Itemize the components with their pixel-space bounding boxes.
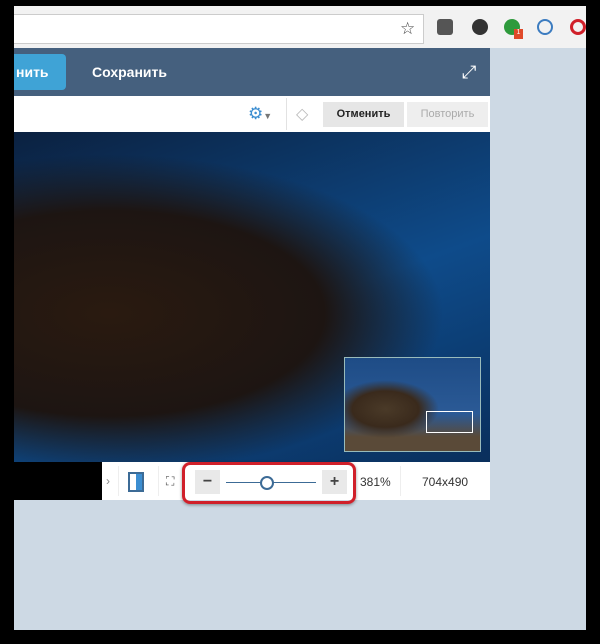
editor-header bbox=[14, 48, 490, 96]
divider bbox=[158, 466, 159, 496]
divider bbox=[286, 98, 287, 130]
chevron-right-icon[interactable]: › bbox=[106, 474, 110, 488]
image-dimensions: 704x490 bbox=[422, 475, 469, 489]
address-bar[interactable] bbox=[14, 14, 424, 44]
fit-screen-icon[interactable]: ⛶ bbox=[166, 474, 174, 489]
star-icon[interactable]: ☆ bbox=[400, 19, 415, 39]
undo-button[interactable]: Отменить bbox=[323, 102, 404, 127]
page-background-bottom bbox=[14, 500, 490, 630]
chevron-down-icon: ▼ bbox=[263, 111, 273, 121]
navigator-viewport[interactable] bbox=[426, 411, 473, 433]
evernote-icon[interactable] bbox=[472, 19, 488, 35]
compare-icon[interactable] bbox=[128, 472, 144, 492]
page-background bbox=[490, 48, 586, 630]
drop-icon[interactable] bbox=[537, 19, 553, 35]
save-button[interactable]: Сохранить bbox=[92, 64, 167, 80]
annotation-highlight bbox=[182, 462, 356, 504]
navigator-thumbnail[interactable] bbox=[344, 357, 481, 452]
layers-icon[interactable]: ◇ bbox=[296, 104, 308, 124]
fullscreen-icon[interactable]: ⤢ bbox=[462, 62, 476, 83]
pocket-icon[interactable] bbox=[437, 19, 453, 35]
zoom-level: 381% bbox=[360, 475, 391, 489]
apply-button[interactable]: нить bbox=[14, 54, 66, 90]
extension-badge: 1 bbox=[514, 29, 523, 39]
redo-button[interactable]: Повторить bbox=[407, 102, 488, 127]
settings-gear-icon[interactable]: ⚙▼ bbox=[248, 104, 272, 124]
divider bbox=[400, 466, 401, 496]
divider bbox=[118, 466, 119, 496]
opera-icon[interactable] bbox=[570, 19, 586, 35]
